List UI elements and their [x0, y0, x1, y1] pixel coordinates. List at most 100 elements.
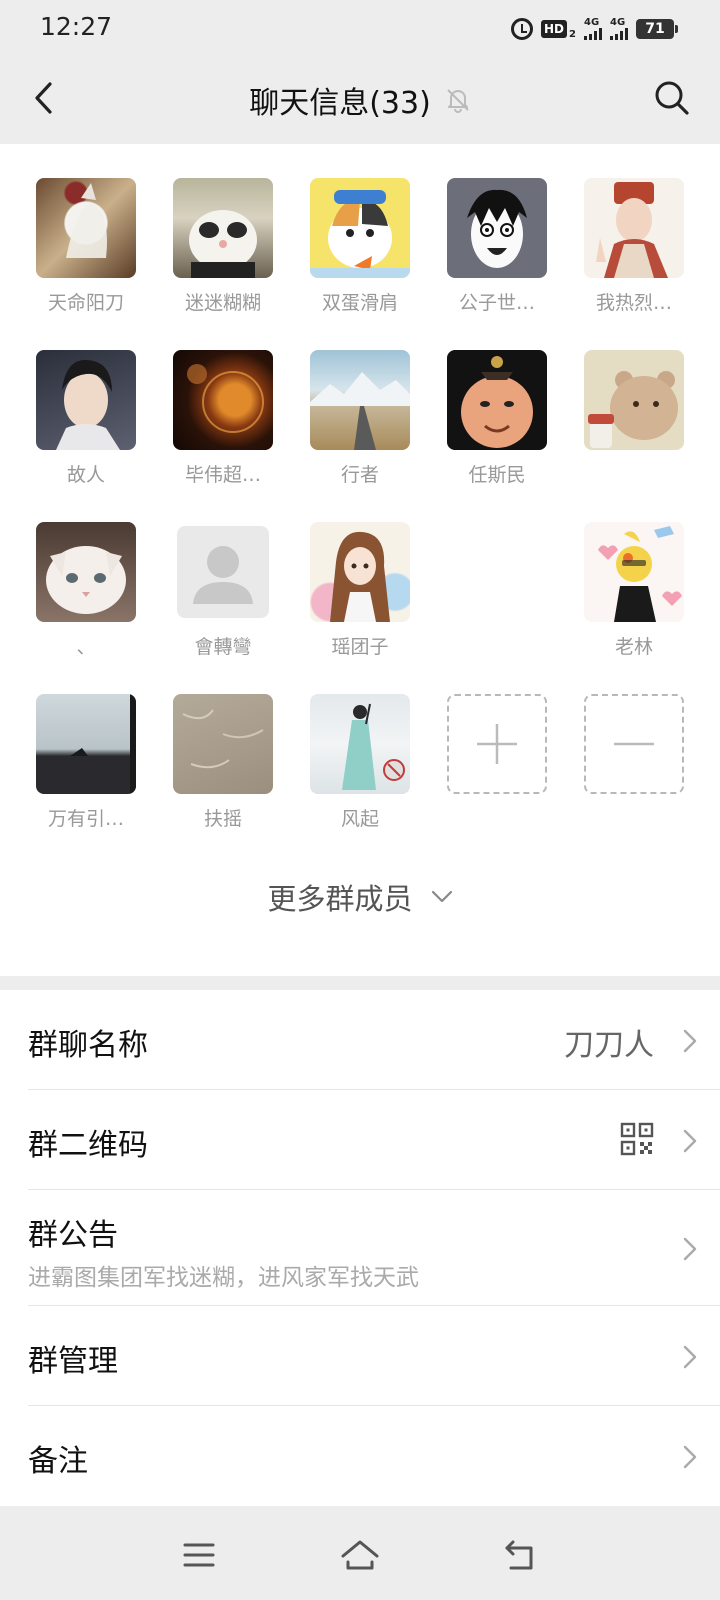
home-button[interactable]	[337, 1532, 383, 1578]
avatar	[584, 178, 684, 278]
group-name-row[interactable]: 群聊名称 刀刀人	[28, 990, 720, 1090]
member-name: 會轉彎	[194, 636, 252, 658]
chevron-right-icon	[683, 1237, 697, 1261]
member-item[interactable]: 任斯民	[447, 350, 547, 486]
members-section: 天命阳刀 迷迷糊糊 双蛋滑肩 公子世… 我热烈… 故人 毕伟超… 行者 任斯民 …	[0, 144, 720, 976]
member-name: 行者	[340, 464, 379, 486]
search-button[interactable]	[644, 70, 700, 126]
header: 聊天信息(33)	[0, 56, 720, 144]
row-label: 群二维码	[28, 1128, 148, 1163]
member-item[interactable]: 瑶团子	[310, 522, 410, 658]
chevron-right-icon	[683, 1029, 697, 1053]
member-name: 毕伟超…	[184, 464, 261, 486]
chevron-down-icon	[431, 890, 452, 903]
member-item[interactable]: 万有引…	[36, 694, 136, 830]
member-name: 公子世…	[458, 292, 535, 314]
avatar	[173, 350, 273, 450]
signal-bars-icon	[610, 28, 628, 40]
row-label: 群聊名称	[28, 1028, 148, 1063]
member-name: 我热烈…	[595, 292, 672, 314]
row-label: 群管理	[28, 1344, 118, 1379]
member-name: 天命阳刀	[47, 292, 124, 314]
avatar	[584, 350, 684, 450]
default-avatar-icon	[177, 526, 269, 618]
settings-list: 群聊名称 刀刀人 群二维码 群公告 进霸图集团军找迷糊，进风家军找天武 群管理 …	[0, 990, 720, 1506]
back-arrow-icon	[505, 1540, 533, 1570]
member-item[interactable]: 老林	[584, 522, 684, 658]
network-label-1: 4G	[584, 17, 600, 28]
chevron-right-icon	[683, 1345, 697, 1369]
avatar	[447, 350, 547, 450]
qr-code-row[interactable]: 群二维码	[28, 1090, 720, 1190]
member-name: 风起	[340, 808, 379, 830]
remark-row[interactable]: 备注	[28, 1406, 720, 1506]
avatar	[584, 522, 684, 622]
home-icon	[341, 1540, 379, 1570]
chevron-right-icon	[683, 1129, 697, 1153]
search-icon	[655, 81, 689, 115]
hd-label: HD	[541, 20, 568, 38]
member-item[interactable]: 我热烈…	[584, 178, 684, 314]
member-name: 任斯民	[468, 464, 526, 486]
member-name: 瑶团子	[331, 636, 389, 658]
member-item[interactable]: 會轉彎	[173, 522, 273, 658]
page-title: 聊天信息(33)	[249, 86, 431, 121]
minus-icon	[614, 742, 654, 746]
avatar	[310, 350, 410, 450]
member-item[interactable]: 双蛋滑肩	[310, 178, 410, 314]
avatar	[36, 350, 136, 450]
avatar	[173, 178, 273, 278]
signal-4g-1: 4G	[584, 18, 602, 40]
more-members-button[interactable]: 更多群成员	[0, 876, 720, 918]
qr-code-icon	[620, 1122, 654, 1156]
member-item[interactable]	[584, 350, 684, 450]
member-item[interactable]: 公子世…	[447, 178, 547, 314]
group-name-value: 刀刀人	[564, 1028, 654, 1063]
row-label: 备注	[28, 1444, 88, 1479]
chevron-right-icon	[683, 1445, 697, 1469]
avatar	[447, 178, 547, 278]
plus-icon	[477, 724, 517, 764]
avatar	[310, 694, 410, 794]
remove-member-button[interactable]	[584, 694, 684, 794]
member-name: 扶摇	[203, 808, 242, 830]
nav-back-button[interactable]	[498, 1532, 544, 1578]
member-name: 老林	[614, 636, 653, 658]
avatar	[173, 694, 273, 794]
avatar	[36, 522, 136, 622]
management-row[interactable]: 群管理	[28, 1306, 720, 1406]
row-label: 群公告	[28, 1218, 118, 1253]
system-nav-bar	[0, 1510, 720, 1600]
member-item-empty	[447, 522, 547, 622]
status-bar: 12:27 HD 2 4G 4G 71	[0, 0, 720, 56]
status-icons: HD 2 4G 4G 71	[511, 14, 678, 44]
member-grid: 天命阳刀 迷迷糊糊 双蛋滑肩 公子世… 我热烈… 故人 毕伟超… 行者 任斯民 …	[36, 178, 686, 830]
avatar	[310, 522, 410, 622]
member-item[interactable]: 扶摇	[173, 694, 273, 830]
member-item[interactable]: 毕伟超…	[173, 350, 273, 486]
network-label-2: 4G	[610, 17, 626, 28]
member-item[interactable]: 迷迷糊糊	[173, 178, 273, 314]
member-name: 故人	[66, 464, 105, 486]
add-member-button[interactable]	[447, 694, 547, 794]
signal-bars-icon	[584, 28, 602, 40]
avatar	[310, 178, 410, 278]
avatar	[36, 694, 136, 794]
member-name: 万有引…	[47, 808, 124, 830]
member-name: 、	[76, 636, 96, 658]
member-item[interactable]: 故人	[36, 350, 136, 486]
member-item[interactable]: 风起	[310, 694, 410, 830]
signal-4g-2: 4G	[610, 18, 628, 40]
hd-sub: 2	[569, 28, 576, 40]
member-item[interactable]: 、	[36, 522, 136, 658]
member-name: 迷迷糊糊	[184, 292, 261, 314]
alarm-icon	[511, 18, 534, 40]
avatar	[36, 178, 136, 278]
member-item[interactable]: 行者	[310, 350, 410, 486]
menu-button[interactable]	[176, 1532, 222, 1578]
more-members-label: 更多群成员	[267, 882, 413, 916]
member-name: 双蛋滑肩	[321, 292, 398, 314]
status-time: 12:27	[40, 12, 113, 41]
announcement-row[interactable]: 群公告 进霸图集团军找迷糊，进风家军找天武	[28, 1190, 720, 1306]
member-item[interactable]: 天命阳刀	[36, 178, 136, 314]
